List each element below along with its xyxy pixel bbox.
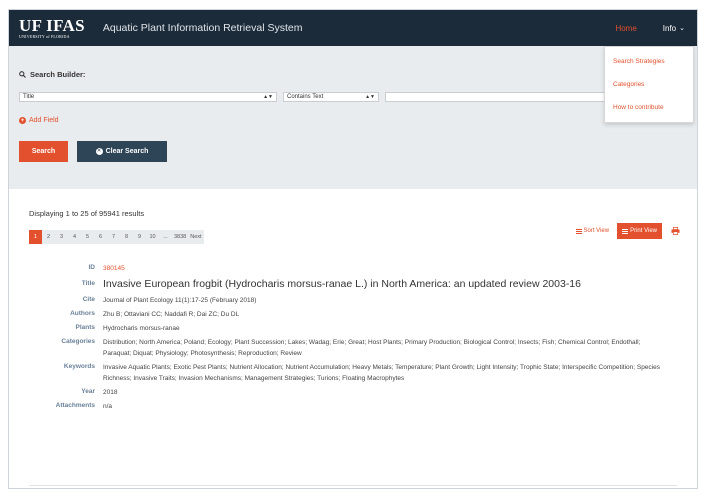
sort-view-button[interactable]: Sort View bbox=[572, 223, 614, 239]
operator-select[interactable]: Contains Text ▲▼ bbox=[283, 92, 379, 102]
plus-circle-icon: + bbox=[19, 117, 26, 124]
record-row-cite: Cite Journal of Plant Ecology 11(1):17-2… bbox=[29, 295, 677, 306]
record-label: Year bbox=[81, 388, 95, 395]
print-view-button[interactable]: Print View bbox=[617, 223, 662, 239]
record-keywords: Invasive Aquatic Plants; Exotic Pest Pla… bbox=[103, 364, 660, 382]
record-label: Cite bbox=[82, 296, 95, 303]
field-select[interactable]: Title ▲▼ bbox=[19, 92, 277, 102]
record-row-attachments: Attachments n/a bbox=[29, 401, 677, 412]
record-row-year: Year 2018 bbox=[29, 387, 677, 398]
record-row-categories: Categories Distribution; North America; … bbox=[29, 337, 677, 359]
pagination-page[interactable]: 8 bbox=[120, 230, 133, 244]
logo-wordmark: UF IFAS bbox=[19, 16, 85, 35]
app-title: Aquatic Plant Information Retrieval Syst… bbox=[102, 22, 303, 34]
chevron-down-icon: ⌄ bbox=[679, 25, 685, 32]
add-field-link[interactable]: + Add Field bbox=[19, 117, 687, 124]
clear-search-label: Clear Search bbox=[105, 148, 149, 155]
record-title: Invasive European frogbit (Hydrocharis m… bbox=[103, 278, 581, 290]
search-builder-heading: Search Builder: bbox=[19, 46, 687, 79]
pagination-page[interactable]: 3 bbox=[55, 230, 68, 244]
nav-info-toggle[interactable]: Info ⌄ bbox=[651, 10, 697, 46]
pagination-page[interactable]: 2 bbox=[42, 230, 55, 244]
top-navbar: UF IFAS UNIVERSITY of FLORIDA Aquatic Pl… bbox=[9, 10, 697, 46]
pagination-page[interactable]: 3838 bbox=[172, 230, 189, 244]
list-icon bbox=[622, 228, 629, 234]
pagination-page[interactable]: 9 bbox=[133, 230, 146, 244]
search-builder-title: Search Builder: bbox=[30, 70, 86, 79]
menu-item-how-to-contribute[interactable]: How to contribute bbox=[605, 96, 693, 119]
record-row-id: ID 380145 bbox=[29, 263, 677, 274]
field-select-value: Title bbox=[23, 94, 35, 100]
menu-item-search-strategies[interactable]: Search Strategies bbox=[605, 50, 693, 73]
pagination-page[interactable]: 5 bbox=[81, 230, 94, 244]
record-row-plants: Plants Hydrocharis morsus-ranae bbox=[29, 323, 677, 334]
printer-icon[interactable] bbox=[671, 227, 680, 235]
search-field-row: Title ▲▼ Contains Text ▲▼ bbox=[19, 92, 687, 102]
pagination-page[interactable]: 4 bbox=[68, 230, 81, 244]
record-row-title: Title Invasive European frogbit (Hydroch… bbox=[29, 277, 677, 292]
search-actions: Search ✕ Clear Search bbox=[19, 141, 687, 162]
ufifas-logo[interactable]: UF IFAS UNIVERSITY of FLORIDA bbox=[19, 17, 85, 39]
record-label: Plants bbox=[75, 324, 95, 331]
select-arrows-icon: ▲▼ bbox=[263, 94, 273, 100]
record-label: Attachments bbox=[55, 402, 95, 409]
sort-view-label: Sort View bbox=[583, 228, 610, 234]
info-dropdown-menu: Search Strategies Categories How to cont… bbox=[604, 46, 694, 123]
record-label: Title bbox=[81, 280, 95, 287]
pagination-page[interactable]: 6 bbox=[94, 230, 107, 244]
clear-search-button[interactable]: ✕ Clear Search bbox=[77, 141, 167, 162]
nav-info-label: Info bbox=[662, 23, 677, 33]
search-icon bbox=[19, 71, 26, 78]
pagination-page[interactable]: 7 bbox=[107, 230, 120, 244]
operator-select-value: Contains Text bbox=[287, 94, 324, 100]
record-label: Categories bbox=[61, 338, 95, 345]
pagination-page[interactable]: 10 bbox=[146, 230, 159, 244]
record-authors: Zhu B; Ottaviani CC; Naddafi R; Dai ZC; … bbox=[103, 311, 240, 318]
search-builder-panel: Search Builder: Title ▲▼ Contains Text ▲… bbox=[9, 46, 697, 189]
record-cite: Journal of Plant Ecology 11(1):17-25 (Fe… bbox=[103, 297, 257, 304]
add-field-label: Add Field bbox=[29, 117, 59, 124]
record-attachments: n/a bbox=[103, 403, 113, 410]
app-window: UF IFAS UNIVERSITY of FLORIDA Aquatic Pl… bbox=[8, 9, 698, 489]
view-tools: Sort View Print View bbox=[572, 223, 680, 239]
select-arrows-icon: ▲▼ bbox=[365, 94, 375, 100]
pagination-page[interactable]: 1 bbox=[29, 230, 42, 244]
record-plants: Hydrocharis morsus-ranae bbox=[103, 325, 180, 332]
record-row-authors: Authors Zhu B; Ottaviani CC; Naddafi R; … bbox=[29, 309, 677, 320]
record-categories: Distribution; North America; Poland; Eco… bbox=[103, 339, 641, 357]
nav-home-link[interactable]: Home bbox=[601, 10, 650, 46]
pagination-ellipsis: ... bbox=[159, 230, 172, 244]
nav-menu: Home Info ⌄ bbox=[601, 10, 697, 46]
record-label: Authors bbox=[70, 310, 95, 317]
list-icon bbox=[575, 228, 582, 234]
menu-item-categories[interactable]: Categories bbox=[605, 73, 693, 96]
record-label: Keywords bbox=[63, 363, 95, 370]
divider bbox=[29, 485, 677, 486]
record-id-link[interactable]: 380145 bbox=[103, 263, 677, 274]
pagination-next[interactable]: Next bbox=[188, 230, 204, 244]
x-circle-icon: ✕ bbox=[95, 147, 103, 155]
result-record: ID 380145 Title Invasive European frogbi… bbox=[29, 263, 677, 412]
print-view-label: Print View bbox=[630, 228, 657, 234]
record-row-keywords: Keywords Invasive Aquatic Plants; Exotic… bbox=[29, 362, 677, 384]
results-section: Displaying 1 to 25 of 95941 results Sort… bbox=[9, 209, 697, 412]
record-label: ID bbox=[88, 264, 96, 271]
record-year: 2018 bbox=[103, 389, 118, 396]
search-button[interactable]: Search bbox=[19, 141, 68, 162]
logo-subtitle: UNIVERSITY of FLORIDA bbox=[19, 34, 70, 39]
results-summary: Displaying 1 to 25 of 95941 results bbox=[29, 209, 145, 218]
